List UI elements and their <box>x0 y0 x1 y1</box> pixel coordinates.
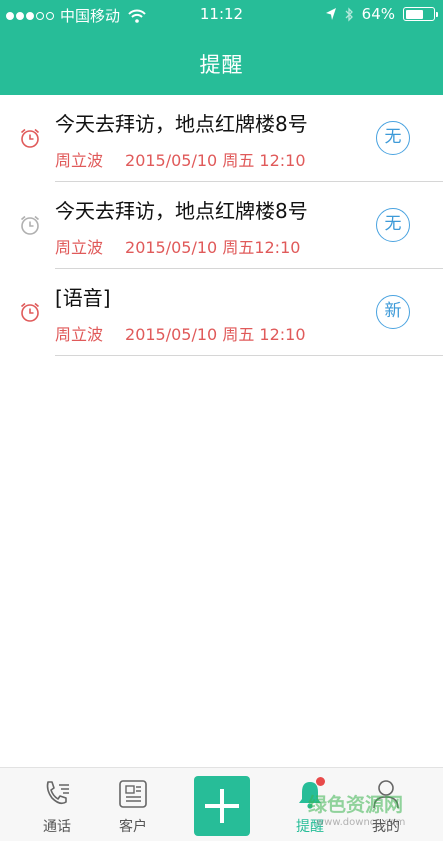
reminder-meta: 周立波 2015/05/10 周五12:10 <box>55 234 300 258</box>
reminder-datetime: 2015/05/10 周五 12:10 <box>125 325 306 344</box>
status-bar: 中国移动 11:12 64% <box>0 0 443 30</box>
phone-icon <box>46 781 69 805</box>
reminder-datetime: 2015/05/10 周五12:10 <box>125 238 301 257</box>
status-badge[interactable]: 新 <box>376 295 410 329</box>
list-item[interactable]: [语音] 周立波 2015/05/10 周五 12:10 新 <box>0 269 443 356</box>
tab-customers[interactable]: 客户 <box>103 768 163 841</box>
reminder-list: 今天去拜访，地点红牌楼8号 周立波 2015/05/10 周五 12:10 无 今… <box>0 95 443 356</box>
app-header: 中国移动 11:12 64% 提醒 <box>0 0 443 95</box>
location-arrow-icon <box>325 8 336 20</box>
watermark-url: www.downcc.com <box>316 817 406 828</box>
status-badge[interactable]: 无 <box>376 121 410 155</box>
reminder-datetime: 2015/05/10 周五 12:10 <box>125 151 306 170</box>
battery-percent: 64% <box>361 5 395 23</box>
reminder-meta: 周立波 2015/05/10 周五 12:10 <box>55 321 306 345</box>
bluetooth-icon <box>345 6 353 22</box>
add-button[interactable] <box>194 776 250 836</box>
reminder-title: 今天去拜访，地点红牌楼8号 <box>55 199 308 223</box>
battery-icon <box>403 7 438 21</box>
reminder-title: [语音] <box>55 286 111 310</box>
tab-calls-label: 通话 <box>43 819 71 835</box>
alarm-clock-icon <box>20 215 40 235</box>
page-title: 提醒 <box>199 53 244 77</box>
reminder-person: 周立波 <box>55 151 104 170</box>
list-item[interactable]: 今天去拜访，地点红牌楼8号 周立波 2015/05/10 周五12:10 无 <box>0 182 443 269</box>
list-item[interactable]: 今天去拜访，地点红牌楼8号 周立波 2015/05/10 周五 12:10 无 <box>0 95 443 182</box>
watermark-text: 绿色资源网 <box>308 794 404 816</box>
alarm-clock-icon <box>20 302 40 322</box>
contact-card-icon <box>119 780 147 808</box>
tab-calls[interactable]: 通话 <box>27 768 87 841</box>
reminder-person: 周立波 <box>55 238 104 257</box>
reminder-title: 今天去拜访，地点红牌楼8号 <box>55 112 308 136</box>
reminder-person: 周立波 <box>55 325 104 344</box>
alarm-clock-icon <box>20 128 40 148</box>
notification-dot <box>316 777 325 786</box>
status-badge[interactable]: 无 <box>376 208 410 242</box>
tab-customers-label: 客户 <box>119 819 147 835</box>
reminder-meta: 周立波 2015/05/10 周五 12:10 <box>55 147 306 171</box>
